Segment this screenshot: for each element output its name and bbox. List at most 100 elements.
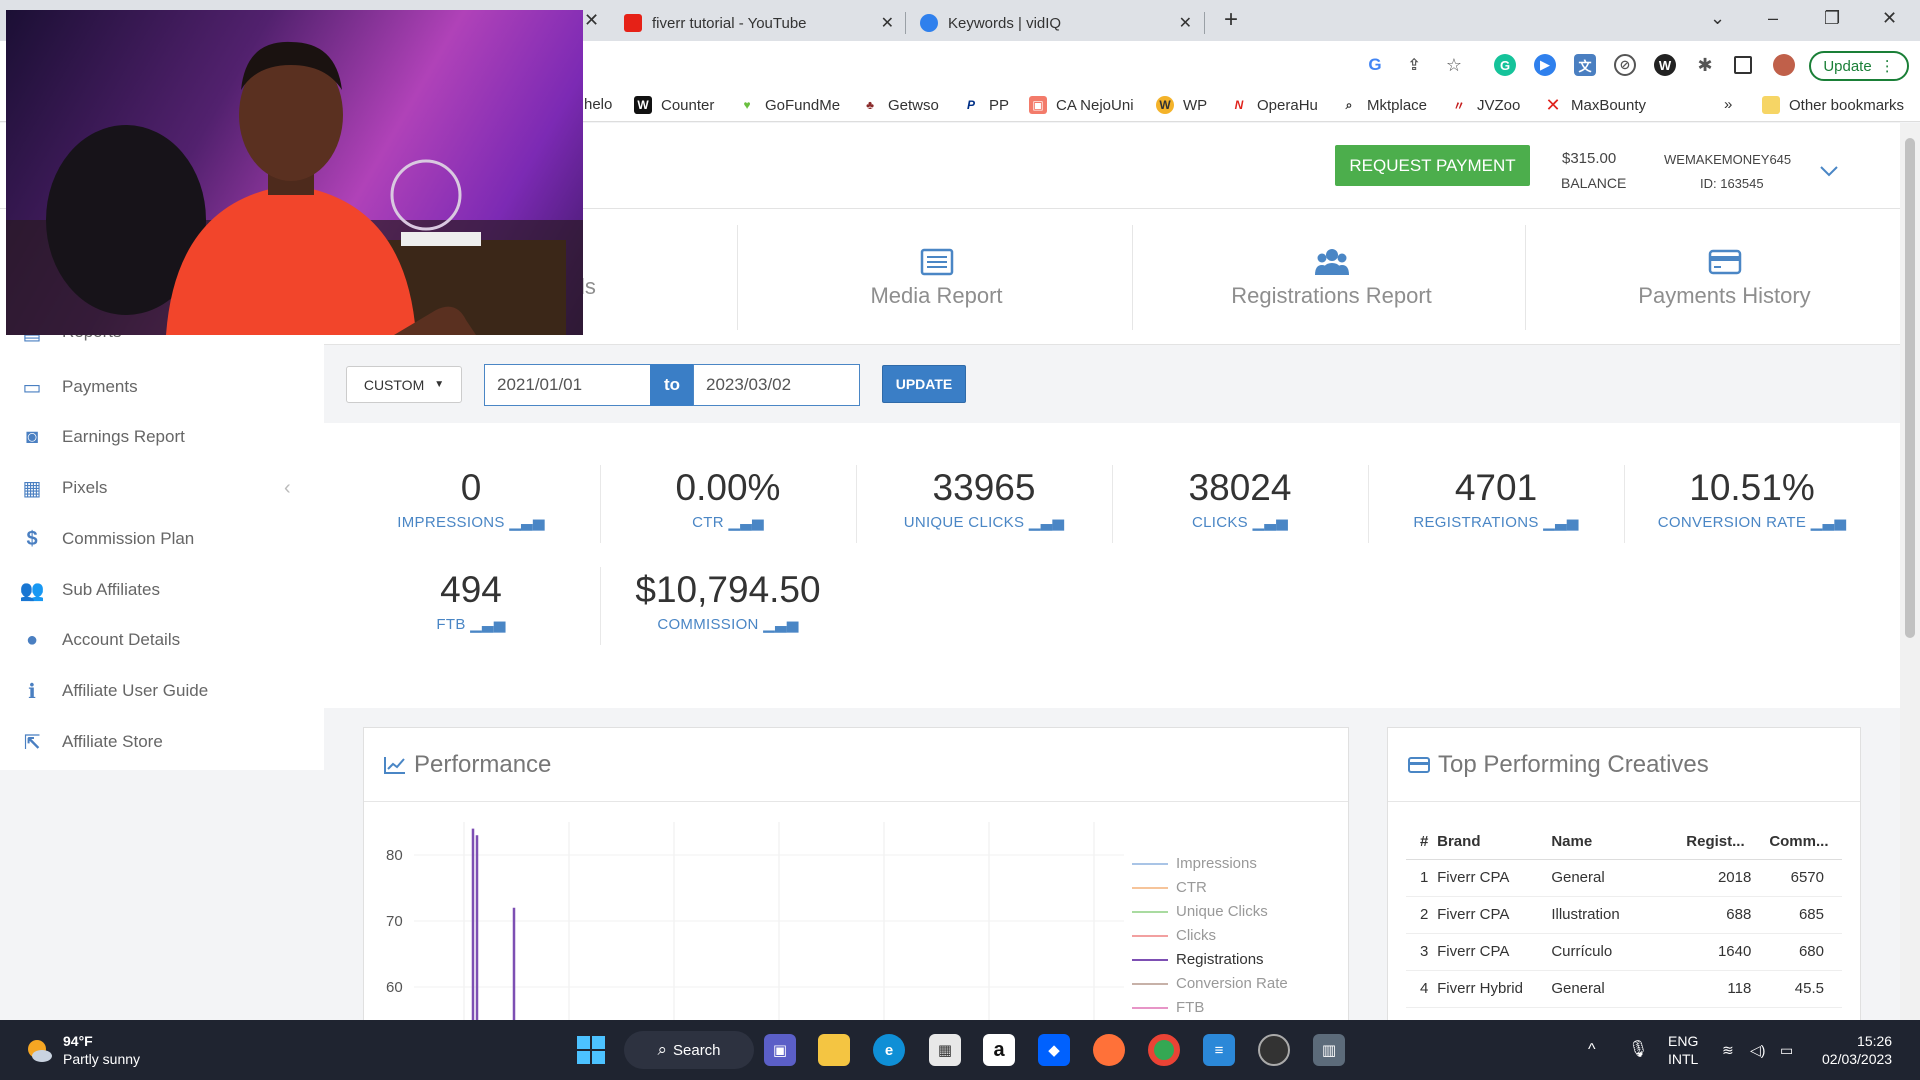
bookmark-item[interactable]: W Counter [634,96,714,114]
bookmark-label: Counter [661,96,715,114]
weather-widget[interactable]: 94°F Partly sunny [63,1032,140,1068]
sidebar-item-earnings-report[interactable]: ◙ Earnings Report [0,412,324,462]
col-header[interactable]: # [1406,825,1438,860]
legend-item[interactable]: Impressions [1132,855,1257,872]
stat-label[interactable]: REGISTRATIONS ▁▃▅ [1368,513,1624,531]
other-bookmarks-folder[interactable]: Other bookmarks [1762,96,1904,114]
bookmark-item[interactable]: ▣ CA NejoUni [1029,96,1134,114]
date-to-input[interactable]: 2023/03/02 [693,364,860,406]
bookmark-item[interactable]: ⌕ Mktplace [1340,96,1427,114]
file-explorer-icon[interactable] [818,1034,850,1066]
firefox-icon[interactable] [1093,1034,1125,1066]
col-header[interactable]: Name [1551,825,1687,860]
chrome-icon[interactable] [1148,1034,1180,1066]
browser-update-button[interactable]: Update ⋮ [1809,51,1909,81]
close-icon[interactable]: ✕ [1179,13,1192,33]
sidebar-item-affiliate-user-guide[interactable]: ℹ Affiliate User Guide [0,666,324,716]
clock-widget[interactable]: 15:26 02/03/2023 [1822,1032,1892,1068]
legend-item[interactable]: Unique Clicks [1132,903,1268,920]
legend-item[interactable]: FTB [1132,999,1204,1016]
date-from-input[interactable]: 2021/01/01 [484,364,651,406]
clock-app-icon[interactable] [1258,1034,1290,1066]
volume-icon[interactable]: ◁) [1750,1041,1765,1059]
tab-search-chevron-icon[interactable]: ⌄ [1710,8,1725,29]
close-icon[interactable]: ✕ [881,13,894,33]
sidebar-item-account-details[interactable]: ● Account Details [0,615,324,665]
tab-youtube[interactable]: fiverr tutorial - YouTube ✕ [612,5,904,41]
scrollbar-thumb[interactable] [1905,138,1915,638]
bookmark-item[interactable]: N OperaHu [1230,96,1318,114]
sidebar-item-pixels[interactable]: ▦ Pixels ‹ [0,463,324,513]
bookmark-item[interactable]: P PP [962,96,1009,114]
credit-card-icon: ▭ [22,376,42,399]
range-type-select[interactable]: CUSTOM ▼ [346,366,462,403]
bookmark-item[interactable]: W WP [1156,96,1207,114]
stat-value: 4701 [1454,467,1538,508]
notepad-icon[interactable]: ≡ [1203,1034,1235,1066]
store-icon[interactable]: ▦ [929,1034,961,1066]
tab-close-icon[interactable]: ✕ [584,10,599,31]
request-payment-button[interactable]: REQUEST PAYMENT [1335,145,1530,186]
teams-app-icon[interactable]: ▣ [764,1034,796,1066]
bar-chart-icon: ▁▃▅ [728,514,764,531]
battery-icon[interactable]: ▭ [1780,1041,1793,1059]
tray-chevron-up-icon[interactable]: ^ [1588,1041,1596,1059]
legend-item[interactable]: CTR [1132,879,1207,896]
start-button[interactable] [575,1034,607,1066]
stat-label[interactable]: UNIQUE CLICKS ▁▃▅ [856,513,1112,531]
account-chevron-down-icon[interactable] [1818,160,1840,182]
minimize-icon[interactable]: – [1768,8,1778,29]
profile-avatar[interactable] [1773,54,1795,76]
vidiq-extension-icon[interactable]: ▶ [1534,54,1556,76]
language-indicator[interactable]: ENG INTL [1668,1032,1698,1068]
wp-extension-icon[interactable]: W [1654,54,1676,76]
weather-temp: 94°F [63,1033,93,1049]
microphone-icon[interactable]: 🎙 [1628,1041,1648,1059]
stat-label[interactable]: CLICKS ▁▃▅ [1112,513,1368,531]
legend-item[interactable]: Registrations [1132,951,1264,968]
bookmark-item[interactable]: ♥ GoFundMe [738,96,840,114]
stat-label[interactable]: COMMISSION ▁▃▅ [600,615,856,633]
calculator-icon[interactable]: ▥ [1313,1034,1345,1066]
tab-media-report[interactable]: Media Report [740,225,1133,330]
edge-browser-icon[interactable]: e [873,1034,905,1066]
bookmark-item[interactable]: ♣ Getwso [861,96,939,114]
bookmark-star-icon[interactable]: ☆ [1443,54,1465,76]
tab-vidiq[interactable]: Keywords | vidIQ ✕ [908,5,1202,41]
sidebar-item-commission-plan[interactable]: $ Commission Plan [0,514,324,564]
restore-icon[interactable]: ❐ [1824,8,1840,29]
stat-label[interactable]: CTR ▁▃▅ [600,513,856,531]
dropbox-icon[interactable]: ◆ [1038,1034,1070,1066]
tab-payments-history[interactable]: Payments History [1528,225,1920,330]
extension-circle-icon[interactable]: ⊘ [1614,54,1636,76]
legend-item[interactable]: Clicks [1132,927,1216,944]
more-bookmarks-button[interactable]: » [1724,96,1732,113]
update-range-button[interactable]: UPDATE [882,365,966,403]
bookmark-item[interactable]: ✕ MaxBounty [1544,95,1646,115]
sidebar-item-affiliate-store[interactable]: ⇱ Affiliate Store [0,717,324,767]
stat-label[interactable]: IMPRESSIONS ▁▃▅ [343,513,599,531]
tab-registrations-report[interactable]: Registrations Report [1135,225,1528,330]
bookmark-item[interactable]: helo [584,96,612,113]
google-icon[interactable]: G [1364,54,1386,76]
share-icon[interactable]: ⇪ [1403,54,1425,76]
weather-icon[interactable] [24,1036,54,1066]
sidebar-item-payments[interactable]: ▭ Payments [0,362,324,412]
sidebar-item-sub-affiliates[interactable]: 👥 Sub Affiliates [0,565,324,615]
col-header[interactable]: Brand [1437,825,1552,860]
taskbar-search[interactable]: ⌕ Search [624,1031,754,1069]
col-header[interactable]: Comm... [1769,825,1842,860]
window-close-icon[interactable]: ✕ [1882,8,1897,29]
col-header[interactable]: Regist... [1686,825,1770,860]
bookmark-item[interactable]: 〃 JVZoo [1450,96,1520,114]
translate-icon[interactable]: 文 [1574,54,1596,76]
side-panel-icon[interactable] [1734,56,1752,74]
stat-label[interactable]: CONVERSION RATE ▁▃▅ [1624,513,1880,531]
legend-item[interactable]: Conversion Rate [1132,975,1288,992]
puzzle-icon[interactable]: ✱ [1694,54,1716,76]
grammarly-icon[interactable]: G [1494,54,1516,76]
amazon-icon[interactable]: a [983,1034,1015,1066]
new-tab-button[interactable]: + [1224,6,1238,34]
wifi-icon[interactable]: ≋ [1722,1041,1734,1059]
stat-label[interactable]: FTB ▁▃▅ [343,615,599,633]
